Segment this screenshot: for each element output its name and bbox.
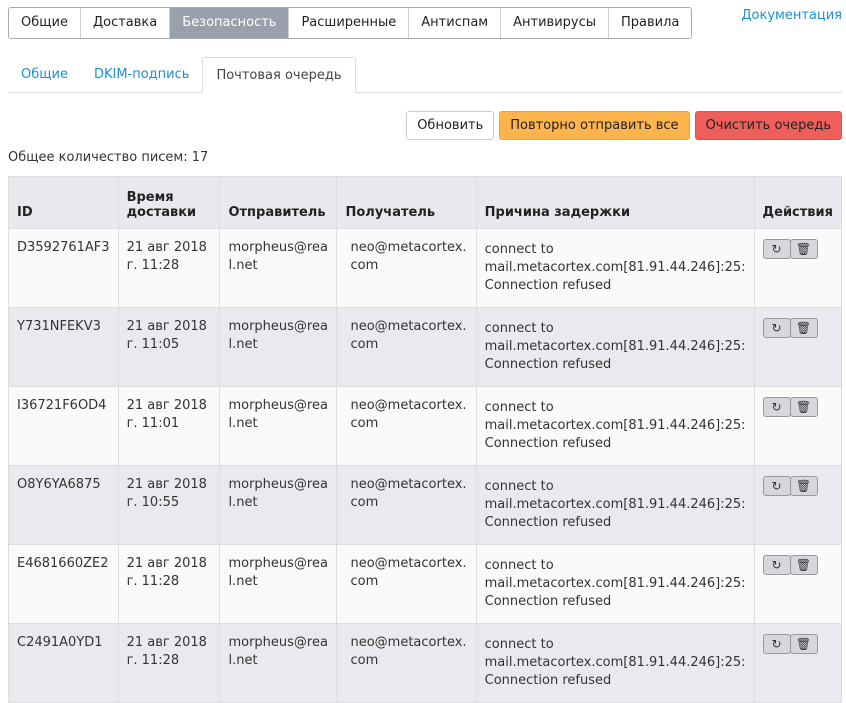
delete-button[interactable]: 🗑	[789, 318, 818, 338]
cell-reason: connect to mail.metacortex.com[81.91.44.…	[476, 307, 755, 387]
resend-button[interactable]: ↻	[762, 476, 791, 496]
tab-5[interactable]: Антивирусы	[501, 8, 610, 38]
trash-icon: 🗑	[795, 400, 812, 414]
trash-icon: 🗑	[795, 558, 812, 572]
cell-sender: morpheus@real.net	[219, 307, 338, 387]
refresh-icon: ↻	[771, 321, 782, 335]
cell-id: E4681660ZE2	[8, 544, 119, 624]
cell-sender: morpheus@real.net	[219, 228, 338, 308]
table-row: E4681660ZE2 21 авг 2018 г. 11:28 morpheus@…	[8, 544, 843, 624]
reason-text: connect to mail.metacortex.com[81.91.44.…	[484, 400, 746, 451]
cell-actions: ↻ 🗑	[754, 465, 843, 545]
cell-recipient: neo@metacortex.com	[336, 386, 477, 466]
resend-all-button[interactable]: Повторно отправить все	[499, 111, 690, 140]
resend-button[interactable]: ↻	[762, 239, 791, 259]
tab-4[interactable]: Антиспам	[409, 8, 502, 38]
cell-time: 21 авг 2018 г. 11:05	[118, 307, 221, 387]
cell-actions: ↻ 🗑	[754, 307, 843, 387]
column-header: Действия	[754, 176, 843, 229]
queue-table: ID Время доставки Отправитель Получатель При…	[8, 176, 843, 703]
reason-text: connect to mail.metacortex.com[81.91.44.…	[484, 637, 746, 688]
cell-actions: ↻ 🗑	[754, 228, 843, 308]
cell-sender: morpheus@real.net	[219, 386, 338, 466]
cell-id: C2491A0YD1	[8, 623, 119, 703]
refresh-button[interactable]: Обновить	[406, 111, 495, 140]
delete-button[interactable]: 🗑	[789, 239, 818, 259]
reason-text: connect to mail.metacortex.com[81.91.44.…	[484, 321, 746, 372]
cell-reason: connect to mail.metacortex.com[81.91.44.…	[476, 386, 755, 466]
resend-button[interactable]: ↻	[762, 555, 791, 575]
documentation-link[interactable]: Документация	[741, 8, 842, 23]
clear-queue-button[interactable]: Очистить очередь	[694, 111, 842, 140]
tab-2[interactable]: Безопасность	[170, 8, 290, 38]
refresh-icon: ↻	[771, 558, 782, 572]
subtab-2[interactable]: Почтовая очередь	[202, 57, 356, 93]
refresh-icon: ↻	[771, 479, 782, 493]
refresh-icon: ↻	[771, 637, 782, 651]
resend-button[interactable]: ↻	[762, 634, 791, 654]
tab-0[interactable]: Общие	[9, 8, 81, 38]
settings-tabs: Общие Доставка Безопасность Расширенные Анти…	[8, 7, 693, 39]
tab-3[interactable]: Расширенные	[289, 8, 410, 38]
cell-time: 21 авг 2018 г. 10:55	[118, 465, 221, 545]
trash-icon: 🗑	[795, 479, 812, 493]
resend-button[interactable]: ↻	[762, 397, 791, 417]
cell-recipient: neo@metacortex.com	[336, 623, 477, 703]
cell-time: 21 авг 2018 г. 11:28	[118, 544, 221, 624]
delete-button[interactable]: 🗑	[789, 555, 818, 575]
cell-actions: ↻ 🗑	[754, 386, 843, 466]
cell-id: O8Y6YA6875	[8, 465, 119, 545]
delete-button[interactable]: 🗑	[789, 634, 818, 654]
table-row: I36721F6OD4 21 авг 2018 г. 11:01 morpheus@…	[8, 386, 843, 466]
cell-time: 21 авг 2018 г. 11:28	[118, 623, 221, 703]
table-row: Y731NFEKV3 21 авг 2018 г. 11:05 morpheus@r…	[8, 307, 843, 387]
security-subtabs: Общие DKIM-подпись Почтовая очередь	[8, 57, 842, 93]
reason-text: connect to mail.metacortex.com[81.91.44.…	[484, 242, 746, 293]
cell-reason: connect to mail.metacortex.com[81.91.44.…	[476, 465, 755, 545]
refresh-icon: ↻	[771, 400, 782, 414]
trash-icon: 🗑	[795, 321, 812, 335]
cell-recipient: neo@metacortex.com	[336, 465, 477, 545]
cell-reason: connect to mail.metacortex.com[81.91.44.…	[476, 623, 755, 703]
cell-recipient: neo@metacortex.com	[336, 307, 477, 387]
queue-actions: Обновить Повторно отправить все Очистить…	[406, 111, 842, 140]
table-row: O8Y6YA6875 21 авг 2018 г. 10:55 morpheus@r…	[8, 465, 843, 545]
tab-1[interactable]: Доставка	[80, 8, 171, 38]
reason-text: connect to mail.metacortex.com[81.91.44.…	[484, 558, 746, 609]
delete-button[interactable]: 🗑	[789, 397, 818, 417]
column-header: Отправитель	[219, 176, 338, 229]
cell-id: Y731NFEKV3	[8, 307, 119, 387]
delete-button[interactable]: 🗑	[789, 476, 818, 496]
cell-actions: ↻ 🗑	[754, 623, 843, 703]
column-header: Время доставки	[118, 176, 221, 229]
cell-reason: connect to mail.metacortex.com[81.91.44.…	[476, 544, 755, 624]
refresh-icon: ↻	[771, 242, 782, 256]
trash-icon: 🗑	[795, 242, 812, 256]
cell-id: I36721F6OD4	[8, 386, 119, 466]
cell-recipient: neo@metacortex.com	[336, 544, 477, 624]
trash-icon: 🗑	[795, 637, 812, 651]
cell-recipient: neo@metacortex.com	[336, 228, 477, 308]
resend-button[interactable]: ↻	[762, 318, 791, 338]
table-row: D3592761AF3 21 авг 2018 г. 11:28 morpheus@…	[8, 228, 843, 308]
column-header: ID	[8, 176, 119, 229]
total-count: Общее количество писем: 17	[8, 150, 209, 165]
cell-sender: morpheus@real.net	[219, 465, 338, 545]
reason-text: connect to mail.metacortex.com[81.91.44.…	[484, 479, 746, 530]
column-header: Причина задержки	[476, 176, 755, 229]
cell-actions: ↻ 🗑	[754, 544, 843, 624]
cell-id: D3592761AF3	[8, 228, 119, 308]
cell-sender: morpheus@real.net	[219, 623, 338, 703]
table-row: C2491A0YD1 21 авг 2018 г. 11:28 morpheus@r…	[8, 623, 843, 703]
cell-time: 21 авг 2018 г. 11:28	[118, 228, 221, 308]
column-header: Получатель	[336, 176, 477, 229]
cell-reason: connect to mail.metacortex.com[81.91.44.…	[476, 228, 755, 308]
tab-6[interactable]: Правила	[609, 8, 692, 38]
subtab-1[interactable]: DKIM-подпись	[81, 57, 202, 92]
cell-time: 21 авг 2018 г. 11:01	[118, 386, 221, 466]
subtab-0[interactable]: Общие	[8, 57, 81, 92]
cell-sender: morpheus@real.net	[219, 544, 338, 624]
